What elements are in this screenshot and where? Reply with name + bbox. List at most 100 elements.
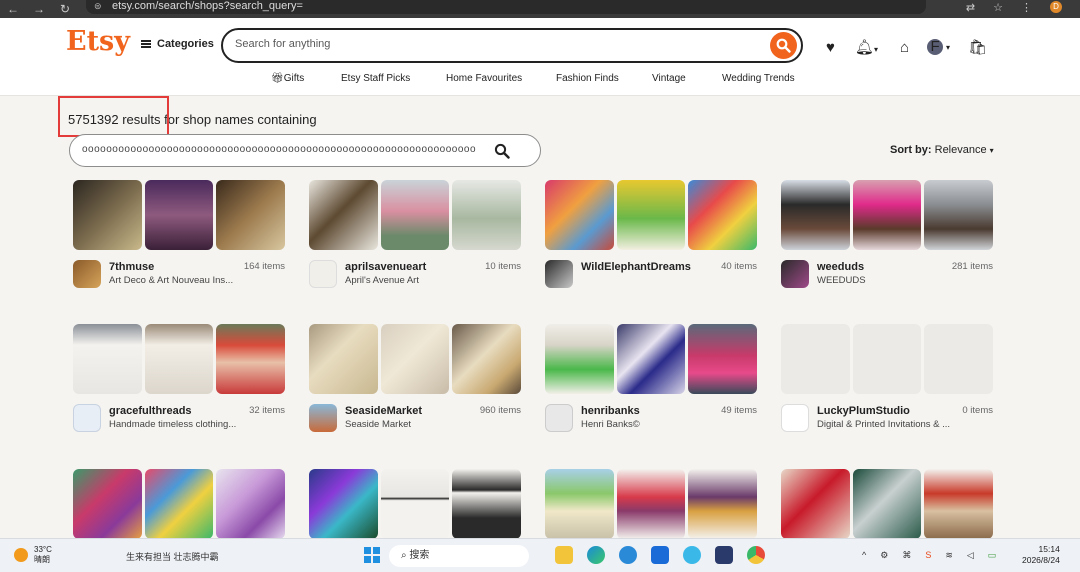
nav-wedding-trends[interactable]: Wedding Trends: [722, 73, 795, 84]
nav-fashion-finds[interactable]: Fashion Finds: [556, 73, 619, 84]
clock-date: 2026/8/24: [1022, 555, 1060, 565]
shop-images[interactable]: [73, 469, 286, 539]
menu-icon[interactable]: ⋮: [1021, 1, 1032, 14]
shop-item-count: 281 items: [951, 261, 993, 272]
profile-badge[interactable]: D: [1050, 1, 1062, 13]
taskbar-search[interactable]: ⌕ 搜索: [389, 545, 529, 567]
shop-images[interactable]: [781, 469, 994, 539]
shop-images[interactable]: [309, 324, 522, 394]
shop-avatar: [309, 260, 337, 288]
tray-app-icon[interactable]: ⌘: [902, 550, 911, 561]
cart-icon[interactable]: 🛍︎: [968, 38, 987, 56]
app-icon[interactable]: [715, 546, 733, 564]
search-icon[interactable]: [494, 143, 510, 159]
shop-images[interactable]: [545, 180, 758, 250]
shop-item-count: 10 items: [485, 261, 521, 272]
app-icon[interactable]: [683, 546, 701, 564]
chrome-browser-icon[interactable]: [747, 546, 765, 564]
volume-icon[interactable]: ◁: [967, 550, 974, 561]
shop-images[interactable]: [781, 180, 994, 250]
shop-manager-icon[interactable]: ⌂: [900, 39, 909, 56]
shop-avatar: [73, 404, 101, 432]
account-menu[interactable]: F ▾: [927, 39, 950, 55]
avatar: F: [927, 39, 944, 55]
address-bar[interactable]: ⊜ etsy.com/search/shops?search_query=: [86, 0, 926, 14]
url-text: etsy.com/search/shops?search_query=: [112, 0, 303, 12]
taskbar-search-label: 搜索: [409, 550, 430, 561]
shop-name[interactable]: gracefulthreads: [109, 405, 192, 417]
sort-dropdown[interactable]: Sort by: Relevance ▾: [890, 144, 994, 156]
os-taskbar: 33°C 晴朗 生来有担当 壮志腾中霸 ⌕ 搜索 ^ ⚙ ⌘ S ≋ ◁ ▭ 15…: [0, 538, 1080, 572]
app-icon[interactable]: [619, 546, 637, 564]
bookmark-star-icon[interactable]: ☆: [993, 1, 1003, 14]
site-info-icon[interactable]: ⊜: [94, 0, 102, 12]
categories-button[interactable]: Categories: [141, 38, 214, 50]
shop-tagline: April's Avenue Art: [345, 275, 419, 286]
shop-avatar: [545, 260, 573, 288]
browser-toolbar: ← → ↻ ⊜ etsy.com/search/shops?search_que…: [0, 0, 1080, 18]
nav-vintage[interactable]: Vintage: [652, 73, 686, 84]
shop-name[interactable]: henribanks: [581, 405, 640, 417]
battery-icon[interactable]: ▭: [988, 550, 997, 561]
etsy-logo[interactable]: Etsy: [66, 26, 130, 57]
shop-images[interactable]: [545, 324, 758, 394]
tray-app-icon[interactable]: ⚙: [880, 550, 888, 561]
favorites-heart-icon[interactable]: ♥: [826, 39, 835, 56]
weather-condition: 晴朗: [34, 555, 50, 564]
shop-images[interactable]: [309, 469, 522, 539]
shop-avatar: [309, 404, 337, 432]
shop-avatar: [781, 404, 809, 432]
results-suffix: for shop names containing: [160, 112, 317, 127]
category-nav: 🎁︎ Gifts Etsy Staff Picks Home Favourite…: [0, 73, 1080, 89]
shop-images[interactable]: [545, 469, 758, 539]
shop-name[interactable]: aprilsavenueart: [345, 261, 426, 273]
shop-item-count: 960 items: [479, 405, 521, 416]
shop-images[interactable]: [781, 324, 994, 394]
sun-icon: [14, 548, 28, 562]
chevron-up-icon[interactable]: ^: [862, 550, 866, 561]
shop-item-count: 40 items: [721, 261, 757, 272]
file-explorer-icon[interactable]: [555, 546, 573, 564]
nav-staff-picks[interactable]: Etsy Staff Picks: [341, 73, 410, 84]
wifi-icon[interactable]: ≋: [945, 550, 953, 561]
search-button[interactable]: [770, 32, 797, 59]
nav-gifts[interactable]: 🎁︎ Gifts: [271, 73, 304, 84]
back-icon[interactable]: ←: [0, 2, 26, 16]
shop-tagline: Digital & Printed Invitations & ...: [817, 419, 951, 430]
clock[interactable]: 15:14 2026/8/24: [1022, 544, 1060, 566]
reload-icon[interactable]: ↻: [52, 2, 78, 16]
weather-widget[interactable]: 33°C 晴朗: [14, 545, 52, 565]
edge-browser-icon[interactable]: [587, 546, 605, 564]
shop-avatar: [781, 260, 809, 288]
temperature: 33°C: [34, 545, 52, 554]
shop-name[interactable]: SeasideMarket: [345, 405, 422, 417]
annotation-highlight: [58, 96, 169, 137]
news-ticker[interactable]: 生来有担当 壮志腾中霸: [126, 550, 219, 563]
shop-name[interactable]: WildElephantDreams: [581, 261, 691, 273]
search-input[interactable]: [235, 38, 755, 50]
shop-name[interactable]: LuckyPlumStudio: [817, 405, 910, 417]
search-bar: [221, 28, 803, 63]
nav-home-favourites[interactable]: Home Favourites: [446, 73, 522, 84]
shop-name[interactable]: weeduds: [817, 261, 864, 273]
shop-images[interactable]: [309, 180, 522, 250]
windows-start-icon[interactable]: [364, 547, 380, 563]
shop-images[interactable]: [73, 180, 286, 250]
shop-tagline: Handmade timeless clothing...: [109, 419, 237, 430]
shop-name[interactable]: 7thmuse: [109, 261, 154, 273]
forward-icon[interactable]: →: [26, 2, 52, 16]
shop-tagline: Henri Banks©: [581, 419, 640, 430]
shop-tagline: Art Deco & Art Nouveau Ins...: [109, 275, 234, 286]
shop-tagline: WEEDUDS: [817, 275, 866, 286]
shop-search-query: oooooooooooooooooooooooooooooooooooooooo…: [82, 144, 476, 155]
translate-icon[interactable]: ⇄: [966, 1, 975, 14]
tray-app-icon[interactable]: S: [925, 550, 931, 561]
nav-gifts-label: Gifts: [283, 73, 305, 84]
notifications-bell-icon[interactable]: 🔔︎▾: [855, 38, 878, 56]
chevron-down-icon: ▾: [989, 146, 994, 155]
shop-search-field[interactable]: oooooooooooooooooooooooooooooooooooooooo…: [69, 134, 541, 167]
shop-images[interactable]: [73, 324, 286, 394]
shop-avatar: [545, 404, 573, 432]
shop-item-count: 32 items: [249, 405, 285, 416]
app-k-icon[interactable]: [651, 546, 669, 564]
